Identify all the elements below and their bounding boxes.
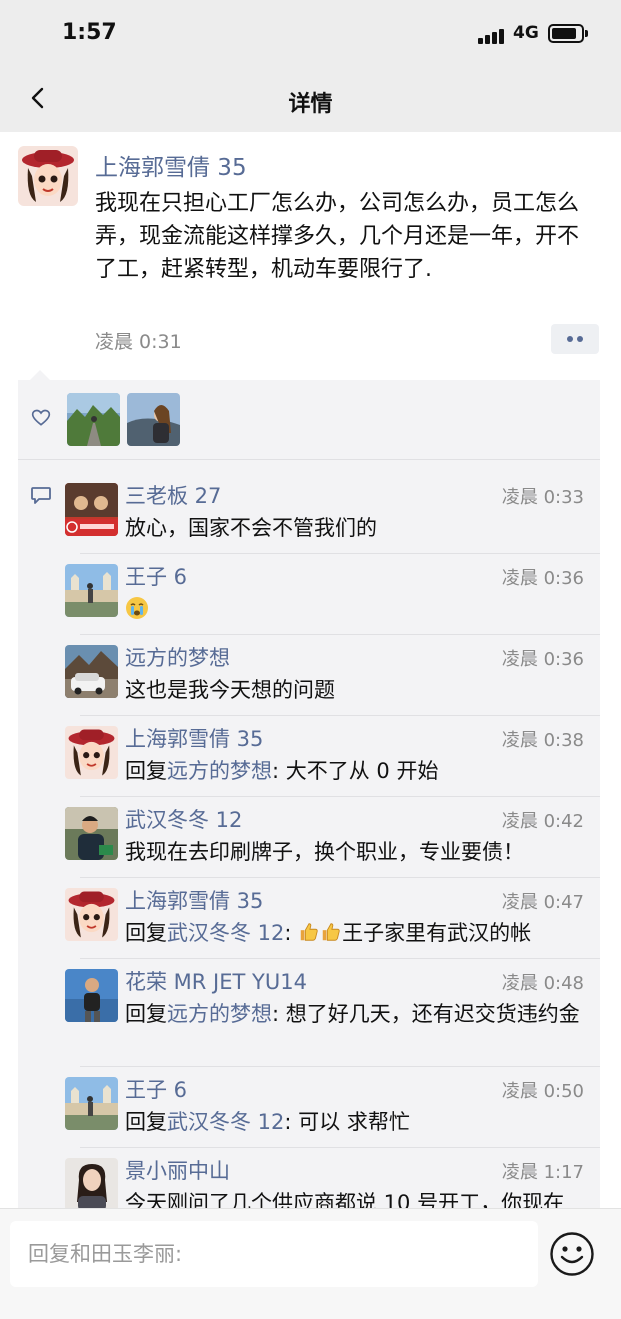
reply-target[interactable]: 远方的梦想	[167, 759, 272, 783]
comment-time: 凌晨 0:36	[501, 649, 584, 670]
avatar[interactable]	[65, 807, 118, 860]
more-button[interactable]	[551, 324, 599, 354]
reply-prefix: 回复	[125, 1110, 167, 1134]
crying-emoji-icon	[126, 597, 148, 619]
comment-author[interactable]: 花荣 MR JET YU14	[125, 966, 307, 996]
comment-author[interactable]: 王子 6	[125, 1074, 187, 1104]
comment-text: 放心，国家不会不管我们的	[125, 516, 377, 540]
post-author[interactable]: 上海郭雪倩 35	[95, 148, 247, 182]
comment-time: 凌晨 0:50	[501, 1081, 584, 1102]
avatar[interactable]	[65, 969, 118, 1022]
avatar[interactable]	[65, 564, 118, 617]
comment-time: 凌晨 0:38	[501, 730, 584, 751]
avatar[interactable]	[65, 1158, 118, 1211]
avatar[interactable]	[65, 483, 118, 536]
comment-text: 回复武汉冬冬 12: 王子家里有武汉的帐	[125, 918, 585, 948]
emoji-icon[interactable]	[549, 1231, 595, 1277]
divider	[80, 958, 600, 959]
comment-time: 凌晨 1:17	[501, 1162, 584, 1183]
status-time: 1:57	[62, 20, 117, 45]
divider	[80, 715, 600, 716]
comment-time: 凌晨 0:36	[501, 568, 584, 589]
comment-text: 我现在去印刷牌子，换个职业，专业要债！	[125, 840, 524, 864]
reply-prefix: 回复	[125, 759, 167, 783]
reply-input[interactable]	[10, 1221, 538, 1287]
comment-icon	[31, 487, 51, 504]
reply-target[interactable]: 远方的梦想	[167, 1002, 272, 1026]
divider	[80, 1147, 600, 1148]
comment-time: 凌晨 0:33	[501, 487, 584, 508]
comment-time: 凌晨 0:48	[501, 973, 584, 994]
battery-icon	[548, 24, 588, 43]
reply-body: : 可以 求帮忙	[284, 1110, 410, 1134]
avatar[interactable]	[65, 645, 118, 698]
comment-author[interactable]: 三老板 27	[125, 480, 221, 510]
battery-fill	[552, 28, 576, 39]
feedback-panel: 三老板 27 凌晨 0:33 放心，国家不会不管我们的 王子 6 凌晨 0:36	[18, 380, 600, 1215]
like-avatar[interactable]	[127, 393, 180, 446]
comment-text: 回复武汉冬冬 12: 可以 求帮忙	[125, 1107, 585, 1137]
reply-prefix: 回复	[125, 1002, 167, 1026]
avatar[interactable]	[65, 888, 118, 941]
comment-text: 回复远方的梦想: 想了好几天，还有迟交货违约金	[125, 999, 585, 1029]
reply-target[interactable]: 武汉冬冬 12	[167, 921, 284, 945]
comment-author[interactable]: 上海郭雪倩 35	[125, 723, 263, 753]
status-bar: 1:57 4G	[0, 0, 621, 66]
reply-body: : 大不了从 0 开始	[272, 759, 439, 783]
comment-time: 凌晨 0:42	[501, 811, 584, 832]
comment-text: 这也是我今天想的问题	[125, 678, 335, 702]
divider	[80, 796, 600, 797]
comment-author[interactable]: 武汉冬冬 12	[125, 804, 242, 834]
divider	[18, 459, 600, 460]
comment-author[interactable]: 上海郭雪倩 35	[125, 885, 263, 915]
comment-text	[125, 594, 585, 624]
comment-time: 凌晨 0:47	[501, 892, 584, 913]
divider	[80, 634, 600, 635]
reply-target[interactable]: 武汉冬冬 12	[167, 1110, 284, 1134]
divider	[80, 1066, 600, 1067]
divider	[80, 553, 600, 554]
heart-icon	[31, 409, 51, 426]
panel-arrow	[30, 370, 50, 380]
reply-colon: :	[284, 921, 299, 945]
thumbs-up-icon	[300, 923, 318, 941]
avatar[interactable]	[65, 1077, 118, 1130]
reply-prefix: 回复	[125, 921, 167, 945]
like-avatar[interactable]	[67, 393, 120, 446]
likes-row	[18, 380, 600, 460]
reply-body: 王子家里有武汉的帐	[342, 921, 532, 945]
thumbs-up-icon	[322, 923, 340, 941]
network-label: 4G	[513, 23, 539, 43]
post-time: 凌晨 0:31	[95, 331, 182, 353]
signal-icon	[478, 28, 504, 44]
avatar[interactable]	[65, 726, 118, 779]
comment-author[interactable]: 远方的梦想	[125, 642, 230, 672]
comment-author[interactable]: 景小丽中山	[125, 1155, 230, 1185]
comment-author[interactable]: 王子 6	[125, 561, 187, 591]
page-title: 详情	[288, 92, 333, 117]
post-text: 我现在只担心工厂怎么办，公司怎么办，员工怎么弄，现金流能这样撑多久，几个月还是一…	[95, 191, 580, 282]
reply-body: : 想了好几天，还有迟交货违约金	[272, 1002, 580, 1026]
comment-text: 回复远方的梦想: 大不了从 0 开始	[125, 756, 585, 786]
reply-bar	[0, 1208, 621, 1319]
nav-bar: 详情	[0, 66, 621, 132]
divider	[80, 877, 600, 878]
avatar[interactable]	[18, 146, 78, 206]
